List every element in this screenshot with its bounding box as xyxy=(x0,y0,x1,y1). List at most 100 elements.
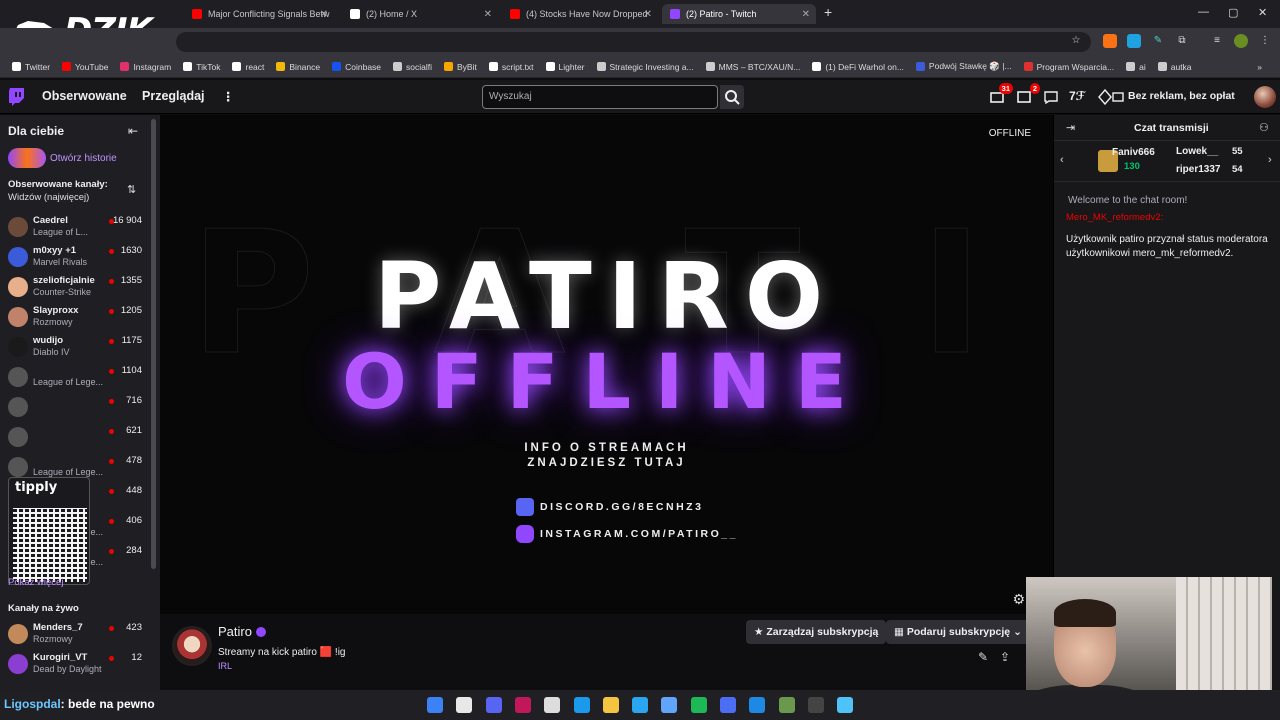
sidebar-channel[interactable]: 716 xyxy=(0,393,152,423)
settings-gear-icon[interactable]: ⚙ xyxy=(1012,591,1025,608)
bookmark-item[interactable]: Coinbase xyxy=(326,62,387,72)
obs-icon[interactable] xyxy=(544,697,561,713)
chat-message-user[interactable]: Mero_MK_reformedv2: xyxy=(1066,212,1163,223)
twitch-logo-icon[interactable] xyxy=(9,88,25,106)
tab-youtube-stocks[interactable]: (4) Stocks Have Now Dropped ✕ xyxy=(502,4,658,24)
stream-category[interactable]: IRL xyxy=(218,661,232,671)
sidebar-scrollbar[interactable] xyxy=(151,119,156,569)
excel-like-icon[interactable] xyxy=(749,697,766,713)
search-input[interactable]: Wyszukaj xyxy=(482,85,718,109)
edit-icon[interactable]: ✎ xyxy=(978,650,988,664)
bookmark-item[interactable]: script.txt xyxy=(483,62,540,72)
steam-icon[interactable] xyxy=(573,697,590,713)
show-more-link[interactable]: Pokaż więcej xyxy=(8,577,63,588)
terminal-icon[interactable] xyxy=(807,697,824,713)
nav-browse[interactable]: Przeglądaj xyxy=(142,89,205,103)
collapse-chat-icon[interactable]: ⇥ xyxy=(1066,121,1075,134)
sidebar-channel[interactable]: wudijo Diablo IV 1175 xyxy=(0,333,152,363)
history-button[interactable]: Otwórz historie xyxy=(8,148,117,168)
bits-icon[interactable] xyxy=(1097,88,1113,106)
puzzle-icon[interactable]: ⧉ xyxy=(1175,34,1189,48)
sidebar-channel[interactable]: Menders_7 Rozmowy 423 xyxy=(0,620,152,650)
close-icon[interactable]: ✕ xyxy=(802,9,810,20)
tool-icon[interactable] xyxy=(661,697,678,713)
manage-subscription-button[interactable]: ★ Zarządzaj subskrypcją xyxy=(746,620,887,644)
collapse-icon[interactable]: ⇤ xyxy=(128,124,138,138)
sidebar-channel[interactable]: 621 xyxy=(0,423,152,453)
tab-x-home[interactable]: (2) Home / X ✕ xyxy=(342,4,498,24)
channel-avatar[interactable] xyxy=(172,626,212,666)
extension-icon[interactable]: ✎ xyxy=(1151,34,1165,48)
bookmark-item[interactable]: Instagram xyxy=(114,62,177,72)
tab-twitch-patiro[interactable]: (2) Patiro - Twitch ✕ xyxy=(662,4,816,24)
video-player[interactable]: P A T I R O OFFLINE PATIRO OFFLINE INFO … xyxy=(160,115,1053,614)
extension-icon[interactable] xyxy=(1127,34,1141,48)
close-icon[interactable]: ✕ xyxy=(484,9,492,20)
bookmark-item[interactable]: ai xyxy=(1120,62,1152,72)
bookmark-item[interactable]: react xyxy=(226,62,270,72)
bookmarks-overflow-button[interactable]: » xyxy=(1251,62,1280,72)
nav-more[interactable]: ⋮ xyxy=(222,89,235,104)
spotify-icon[interactable] xyxy=(690,697,707,713)
bookmark-item[interactable]: Binance xyxy=(270,62,326,72)
edge-icon[interactable] xyxy=(632,697,649,713)
sidebar-channel[interactable]: Caedrel League of L... 16 904 xyxy=(0,213,152,243)
sidebar-channel[interactable]: szelioficjalnie Counter-Strike 1355 xyxy=(0,273,152,303)
bookmark-item[interactable]: ByBit xyxy=(438,62,483,72)
bookmark-item[interactable]: (1) DeFi Warhol on... xyxy=(806,62,910,72)
search-button[interactable] xyxy=(720,85,744,109)
bookmark-item[interactable]: MMS – BTC/XAU/N... xyxy=(700,62,807,72)
users-icon[interactable]: ⚇ xyxy=(1259,121,1269,134)
windows-icon[interactable] xyxy=(427,697,443,713)
share-icon[interactable]: ⇪ xyxy=(1000,650,1010,664)
bookmark-item[interactable]: autka xyxy=(1152,62,1198,72)
profile-icon[interactable] xyxy=(1234,34,1248,48)
app-icon[interactable] xyxy=(514,697,531,713)
minecraft-icon[interactable] xyxy=(778,697,795,713)
bookmark-item[interactable]: Strategic Investing a... xyxy=(591,62,700,72)
extension-icon[interactable] xyxy=(1103,34,1117,48)
prime-icon[interactable]: 7ℱ xyxy=(1069,89,1085,105)
close-icon[interactable]: ✕ xyxy=(644,9,652,20)
chevron-right-icon[interactable]: › xyxy=(1268,154,1272,166)
followed-sort-label[interactable]: Widzów (najwięcej) xyxy=(8,192,89,203)
messenger-icon[interactable] xyxy=(720,697,736,713)
folder-icon[interactable] xyxy=(602,697,619,713)
sort-icon[interactable]: ⇅ xyxy=(127,183,136,196)
gifter-name: Lowek__ xyxy=(1176,146,1219,157)
discord-icon[interactable] xyxy=(485,697,502,713)
bookmark-item[interactable]: Podwój Stawkę 🎲 |... xyxy=(910,61,1018,72)
inbox-icon[interactable]: 2 xyxy=(1016,83,1040,105)
new-tab-button[interactable]: + xyxy=(824,4,832,20)
sidebar-channel[interactable]: League of Lege... 1104 xyxy=(0,363,152,393)
close-icon[interactable]: ✕ xyxy=(320,9,328,20)
tab-youtube-signals[interactable]: Major Conflicting Signals Betw ✕ xyxy=(184,4,334,24)
bookmark-item[interactable]: socialfi xyxy=(387,62,438,72)
gift-subscription-button[interactable]: ▦ Podaruj subskrypcję ⌄ xyxy=(886,620,1030,644)
close-window-button[interactable]: ✕ xyxy=(1258,6,1267,19)
sidebar-channel[interactable]: Slayproxx Rozmowy 1205 xyxy=(0,303,152,333)
ad-free-button[interactable]: Bez reklam, bez opłat xyxy=(1128,90,1235,102)
sidebar-channel[interactable]: Kurogiri_VT Dead by Daylight 12 xyxy=(0,650,152,680)
chevron-left-icon[interactable]: ‹ xyxy=(1060,154,1064,166)
bookmark-item[interactable]: Program Wsparcia... xyxy=(1018,62,1120,72)
notes-icon[interactable] xyxy=(837,697,854,713)
url-field[interactable] xyxy=(176,32,1091,52)
bookmark-item[interactable]: Lighter xyxy=(540,62,591,72)
channel-name[interactable]: Patiro xyxy=(218,624,252,639)
user-avatar[interactable] xyxy=(1254,86,1276,108)
star-icon[interactable]: ☆ xyxy=(1069,34,1083,48)
whispers-icon[interactable] xyxy=(1043,89,1059,105)
bookmark-item[interactable]: TikTok xyxy=(177,62,226,72)
youtube-icon xyxy=(192,9,202,19)
menu-icon[interactable]: ⋮ xyxy=(1258,34,1272,48)
notifications-icon[interactable]: 31 xyxy=(989,83,1013,105)
chrome-icon[interactable] xyxy=(456,697,473,713)
bookmark-item[interactable]: YouTube xyxy=(56,62,114,72)
minimize-button[interactable]: — xyxy=(1198,6,1209,18)
bookmark-item[interactable]: Twitter xyxy=(6,62,56,72)
nav-following[interactable]: Obserwowane xyxy=(42,89,127,103)
sidebar-channel[interactable]: m0xyy +1 Marvel Rivals 1630 xyxy=(0,243,152,273)
maximize-button[interactable]: ▢ xyxy=(1228,6,1238,19)
media-icon[interactable]: ≡ xyxy=(1210,34,1224,48)
